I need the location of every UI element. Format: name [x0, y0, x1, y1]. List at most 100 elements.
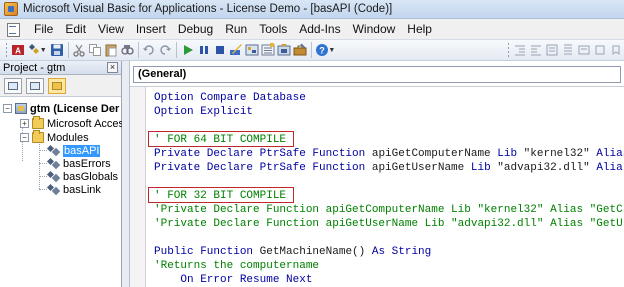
next-bookmark-icon[interactable]	[609, 42, 623, 59]
margin-indicator-bar[interactable]	[130, 87, 146, 287]
redo-icon[interactable]	[158, 42, 172, 59]
tree-item-project[interactable]: − gtm (License Der	[3, 102, 119, 115]
code-line: Private Declare PtrSafe Function apiGetU…	[154, 161, 623, 175]
tree-item-basapi[interactable]: basAPI	[48, 144, 101, 157]
help-icon[interactable]: ?	[315, 42, 329, 59]
quick-info-icon[interactable]	[577, 42, 591, 59]
break-icon[interactable]	[197, 42, 211, 59]
bookmark-icon[interactable]	[593, 42, 607, 59]
object-browser-icon[interactable]	[277, 42, 291, 59]
code-line: On Error Resume Next	[154, 273, 312, 287]
toolbar-grip[interactable]	[507, 42, 509, 58]
folder-icon	[32, 116, 44, 129]
collapse-icon[interactable]: −	[20, 133, 29, 142]
tree-label-module: basLink	[63, 183, 101, 196]
menu-help[interactable]: Help	[401, 22, 438, 36]
tree-item-basglobals[interactable]: basGlobals	[48, 170, 118, 183]
code-text: apiGetUserName	[371, 162, 471, 174]
collapse-icon[interactable]: −	[3, 104, 12, 113]
code-text: apiGetComputerName	[371, 148, 498, 160]
chevron-down-icon[interactable]: ▼	[328, 47, 335, 54]
vba-app-icon	[4, 2, 18, 16]
list-members-icon[interactable]	[545, 42, 559, 59]
code-keyword: On Error Resume Next	[154, 274, 313, 286]
indent-icon[interactable]	[513, 42, 527, 59]
outdent-icon[interactable]	[529, 42, 543, 59]
tree-label-module: basAPI	[63, 144, 101, 157]
code-keyword: Private Declare PtrSafe Function	[154, 148, 372, 160]
highlight-box	[148, 131, 294, 147]
code-line: Option Compare Database	[154, 91, 306, 105]
code-line: 'Returns the computername	[154, 259, 319, 273]
code-comment: 'Private Declare Function apiGetUserName…	[154, 218, 623, 230]
project-explorer-header: Project - gtm ×	[0, 61, 121, 75]
chevron-down-icon[interactable]: ▼	[40, 47, 47, 54]
undo-icon[interactable]	[142, 42, 156, 59]
project-tree: − gtm (License Der + Microsoft Access − …	[0, 97, 130, 285]
code-line: Public Function GetMachineName() As Stri…	[154, 245, 431, 259]
tree-label-access-objects: Microsoft Access	[47, 117, 130, 130]
code-line: Private Declare PtrSafe Function apiGetC…	[154, 147, 624, 161]
reset-icon[interactable]	[213, 42, 227, 59]
code-line: Option Explicit	[154, 105, 253, 119]
paste-icon[interactable]	[104, 42, 118, 59]
view-access-icon[interactable]: A	[11, 42, 25, 59]
menu-add-ins[interactable]: Add-Ins	[293, 22, 346, 36]
menu-tools[interactable]: Tools	[253, 22, 293, 36]
code-keyword: Option Explicit	[154, 106, 254, 118]
view-code-icon[interactable]	[4, 77, 22, 94]
folder-open-icon	[32, 130, 44, 143]
window-title: Microsoft Visual Basic for Applications …	[23, 3, 393, 15]
run-icon[interactable]	[181, 42, 195, 59]
code-comment: 'Returns the computername	[154, 260, 320, 272]
code-text: "advapi32.dll"	[497, 162, 597, 174]
find-icon[interactable]	[120, 42, 134, 59]
insert-module-icon[interactable]	[27, 42, 41, 59]
menu-insert[interactable]: Insert	[130, 22, 172, 36]
code-window: (General) Option Compare Database Option …	[130, 61, 624, 287]
tree-item-modules[interactable]: − Modules	[20, 130, 89, 144]
project-explorer-icon[interactable]	[245, 42, 259, 59]
tree-item-baslink[interactable]: basLink	[48, 183, 101, 196]
code-keyword: Public Function	[154, 246, 260, 258]
menu-view[interactable]: View	[92, 22, 130, 36]
menu-debug[interactable]: Debug	[172, 22, 219, 36]
code-keyword: Lib	[470, 162, 498, 174]
properties-icon[interactable]	[261, 42, 275, 59]
design-mode-icon[interactable]	[229, 42, 243, 59]
cut-icon[interactable]	[72, 42, 86, 59]
menu-run[interactable]: Run	[219, 22, 253, 36]
tree-label-module: basErrors	[63, 157, 111, 170]
standard-toolbar: A ▼ ? ▼	[0, 39, 624, 61]
toolbox-icon[interactable]	[293, 42, 307, 59]
toggle-folders-icon[interactable]	[48, 77, 66, 94]
project-explorer-toolbar	[0, 75, 121, 97]
menu-edit[interactable]: Edit	[59, 22, 92, 36]
tree-item-microsoft-access-objects[interactable]: + Microsoft Access	[20, 116, 130, 130]
module-icon	[48, 158, 60, 169]
comment-block-icon[interactable]	[561, 42, 575, 59]
save-icon[interactable]	[50, 42, 64, 59]
pane-splitter[interactable]	[122, 61, 130, 287]
tree-label-project: gtm (License Der	[30, 102, 120, 115]
menu-file[interactable]: File	[28, 22, 59, 36]
highlight-box	[148, 187, 294, 203]
tree-item-baserrors[interactable]: basErrors	[48, 157, 111, 170]
close-icon[interactable]: ×	[107, 62, 118, 73]
expand-icon[interactable]: +	[20, 119, 29, 128]
toolbar-grip[interactable]	[5, 42, 7, 58]
menu-window[interactable]: Window	[347, 22, 402, 36]
project-explorer: Project - gtm × − gtm (License Der + Mic…	[0, 61, 130, 287]
code-editor[interactable]: Option Compare Database Option Explicit ' …	[130, 86, 624, 287]
object-dropdown[interactable]: (General)	[133, 66, 621, 83]
code-keyword: Option Compare Database	[154, 92, 306, 104]
module-icon	[48, 184, 60, 195]
copy-icon[interactable]	[88, 42, 102, 59]
tree-label-module: basGlobals	[63, 170, 119, 183]
svg-text:A: A	[15, 47, 21, 56]
view-object-icon[interactable]	[26, 77, 44, 94]
code-window-icon[interactable]	[6, 22, 20, 37]
code-keyword: Alias	[596, 148, 624, 160]
code-keyword: Alia	[596, 162, 623, 174]
code-text: "kernel32"	[523, 148, 597, 160]
